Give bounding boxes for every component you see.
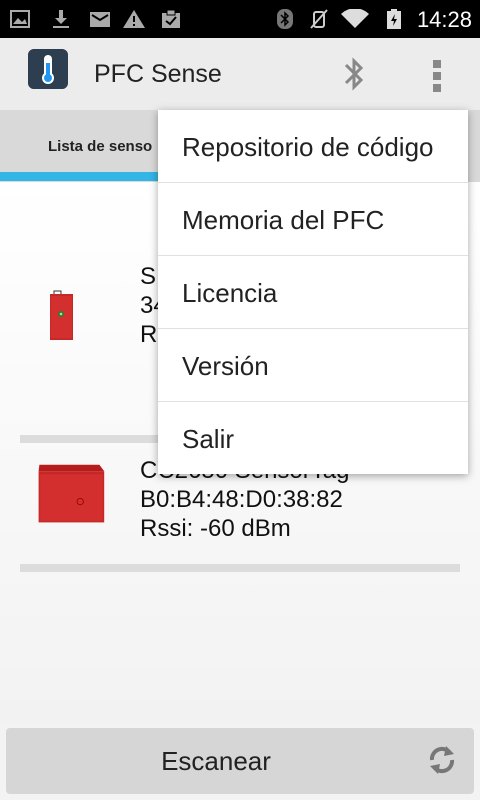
sensor-tag-image (50, 290, 73, 340)
gallery-icon (10, 10, 30, 28)
thermometer-icon[interactable] (28, 49, 68, 89)
scan-button-label: Escanear (161, 746, 271, 776)
wifi-icon (341, 9, 369, 28)
menu-item-label: Licencia (182, 278, 278, 308)
menu-item-memoria[interactable]: Memoria del PFC (158, 183, 468, 255)
menu-item-label: Salir (182, 424, 235, 454)
tab-indicator (0, 172, 160, 181)
bluetooth-icon[interactable] (340, 56, 368, 92)
download-icon (53, 10, 69, 28)
menu-item-label: Repositorio de código (182, 132, 434, 162)
action-bar: PFC Sense (0, 38, 480, 110)
warning-icon (123, 10, 145, 28)
app-title: PFC Sense (94, 60, 222, 88)
clock: 14:28 (416, 7, 472, 32)
device-address: B0:B4:48:D0:38:82 (140, 486, 343, 513)
refresh-icon[interactable] (424, 742, 460, 778)
menu-item-version[interactable]: Versión (158, 329, 468, 401)
menu-item-licencia[interactable]: Licencia (158, 256, 468, 328)
battery-icon (387, 9, 401, 29)
menu-item-label: Memoria del PFC (182, 205, 385, 235)
bluetooth-icon (277, 9, 293, 29)
scan-button[interactable]: Escanear (6, 728, 474, 794)
device-rssi: Rssi: -60 dBm (140, 515, 291, 542)
menu-item-salir[interactable]: Salir (158, 402, 468, 474)
menu-item-repository[interactable]: Repositorio de código (158, 110, 468, 182)
menu-item-label: Versión (182, 351, 269, 381)
mute-icon (310, 9, 328, 29)
list-item[interactable]: CC2650 SensorTag B0:B4:48:D0:38:82 Rssi:… (20, 456, 460, 576)
status-bar: 14:28 (0, 0, 480, 38)
divider (20, 564, 460, 572)
overflow-menu: Repositorio de código Memoria del PFC Li… (158, 110, 468, 474)
sensor-tag-image (38, 464, 105, 523)
mail-icon (90, 12, 110, 27)
tab-sensor-list[interactable]: Lista de senso (48, 138, 152, 155)
overflow-menu-icon[interactable] (430, 58, 444, 94)
clipboard-check-icon (162, 9, 180, 28)
